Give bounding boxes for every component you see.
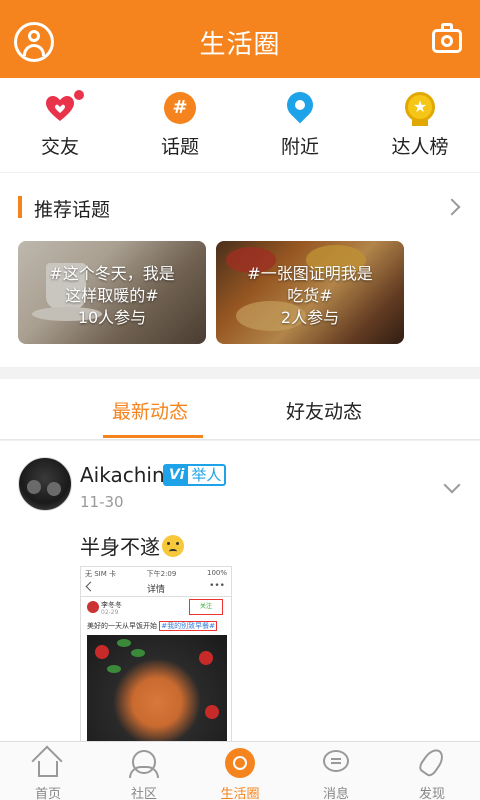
greens — [117, 639, 131, 647]
quick-item-nearby[interactable]: 附近 — [240, 78, 360, 172]
heart-shape — [46, 96, 74, 121]
post-content: 半身不遂 — [80, 531, 184, 560]
post-username[interactable]: Aikachin — [80, 463, 165, 487]
quick-item-ranking[interactable]: ★ 达人榜 — [360, 78, 480, 172]
badge-rank: 举人 — [191, 466, 222, 484]
greens — [131, 649, 145, 657]
nav-label: 发现 — [418, 787, 445, 800]
more-icon: ••• — [209, 581, 225, 591]
greens — [107, 665, 121, 673]
topic-title-line1: #一张图证明我是 — [247, 264, 373, 283]
quick-entries: 交友 # 话题 附近 ★ 达人榜 — [0, 78, 480, 172]
section-title: 推荐话题 — [34, 199, 111, 221]
avatar[interactable] — [18, 457, 72, 511]
chevron-right-icon[interactable] — [443, 198, 461, 216]
rocket-shape — [416, 745, 448, 779]
message-icon — [321, 748, 351, 778]
message-lines — [331, 758, 341, 764]
embedded-avatar — [87, 601, 99, 613]
medal-face: ★ — [405, 92, 435, 122]
embedded-hashtag: #我的别致早餐# — [159, 621, 217, 631]
nav-life-circle[interactable]: 生活圈 — [192, 742, 288, 800]
quick-item-label: 交友 — [40, 136, 79, 158]
quick-item-label: 话题 — [160, 136, 199, 158]
bottom-nav: 首页 社区 生活圈 消息 发现 — [0, 741, 480, 800]
camera-icon-lens — [441, 35, 453, 47]
embedded-time: 下午2:09 — [146, 570, 177, 578]
quick-item-label: 达人榜 — [391, 136, 449, 158]
nav-label: 生活圈 — [220, 787, 260, 800]
nav-home[interactable]: 首页 — [0, 742, 96, 800]
camera-icon-top — [441, 23, 453, 30]
embedded-battery: 100% — [206, 569, 227, 577]
heart-icon — [44, 90, 84, 124]
topic-card-text: #一张图证明我是 吃货# 2人参与 — [216, 263, 404, 329]
topic-card[interactable]: #一张图证明我是 吃货# 2人参与 — [216, 241, 404, 344]
embedded-text: 美好的一天从早饭开始 #我的别致早餐# — [87, 621, 217, 631]
tab-latest[interactable]: 最新动态 — [112, 397, 188, 424]
topic-card[interactable]: #这个冬天，我是 这样取暖的# 10人参与 — [18, 241, 206, 344]
feed-tabs: 最新动态 好友动态 — [0, 379, 480, 440]
nav-messages[interactable]: 消息 — [288, 742, 384, 800]
embedded-nav-bar: 详情 ••• — [81, 579, 231, 597]
worried-emoji-icon — [162, 535, 184, 557]
community-body — [129, 766, 159, 778]
nav-discover[interactable]: 发现 — [384, 742, 480, 800]
notification-dot — [74, 90, 84, 100]
home-base — [38, 761, 58, 777]
chevron-down-icon[interactable] — [443, 476, 461, 494]
section-accent-bar — [18, 196, 22, 218]
verified-icon: Vi — [165, 466, 189, 484]
post-date: 11-30 — [80, 493, 124, 511]
quick-item-topics[interactable]: # 话题 — [120, 78, 240, 172]
home-icon — [31, 745, 63, 778]
post-image[interactable]: 无 SIM 卡 下午2:09 100% 详情 ••• 李冬冬 02-29 关注 … — [80, 566, 232, 746]
camera-icon[interactable] — [432, 23, 462, 53]
tomato — [95, 645, 109, 659]
topic-title-line2: 这样取暖的# — [65, 286, 159, 305]
nav-label: 社区 — [130, 787, 157, 800]
quick-item-label: 附近 — [280, 136, 319, 158]
avatar-detail — [47, 482, 61, 496]
topic-title-line2: 吃货# — [287, 286, 333, 305]
embedded-status-bar: 无 SIM 卡 下午2:09 100% — [81, 567, 231, 579]
life-circle-icon — [225, 748, 255, 778]
nav-label: 消息 — [322, 787, 349, 800]
tomato — [199, 651, 213, 665]
rocket-icon — [416, 745, 448, 779]
topic-title-line1: #这个冬天，我是 — [49, 264, 175, 283]
tomato — [205, 705, 219, 719]
location-pin-icon — [281, 86, 319, 124]
embedded-text-body: 美好的一天从早饭开始 — [87, 622, 157, 630]
verified-badge: Vi 举人 — [163, 464, 227, 486]
pin-shape — [281, 86, 319, 124]
post-text: 半身不遂 — [80, 535, 160, 559]
nav-label: 首页 — [34, 787, 61, 800]
topic-participants: 10人参与 — [77, 308, 147, 327]
avatar-detail — [27, 480, 41, 494]
community-icon — [129, 748, 159, 778]
page-title: 生活圈 — [199, 30, 281, 60]
hashtag-icon: # — [164, 92, 196, 124]
recommended-topics: 推荐话题 #这个冬天，我是 这样取暖的# 10人参与 #一张图证明我是 吃货# … — [0, 173, 480, 367]
embedded-carrier: 无 SIM 卡 — [85, 570, 116, 578]
tab-friends[interactable]: 好友动态 — [286, 397, 362, 424]
embedded-food-photo — [87, 635, 227, 745]
medal-icon: ★ — [404, 92, 436, 126]
feed-list: Aikachin Vi 举人 11-30 半身不遂 无 SIM 卡 下午2:09… — [0, 441, 480, 746]
embedded-date: 02-29 — [101, 609, 119, 616]
life-circle-inner — [233, 756, 247, 770]
topic-card-text: #这个冬天，我是 这样取暖的# 10人参与 — [18, 263, 206, 329]
active-tab-indicator — [103, 435, 203, 438]
embedded-follow-button: 关注 — [189, 599, 223, 615]
topic-participants: 2人参与 — [280, 308, 340, 327]
nav-community[interactable]: 社区 — [96, 742, 192, 800]
top-bar: 生活圈 — [0, 0, 480, 78]
quick-item-friends[interactable]: 交友 — [0, 78, 120, 172]
